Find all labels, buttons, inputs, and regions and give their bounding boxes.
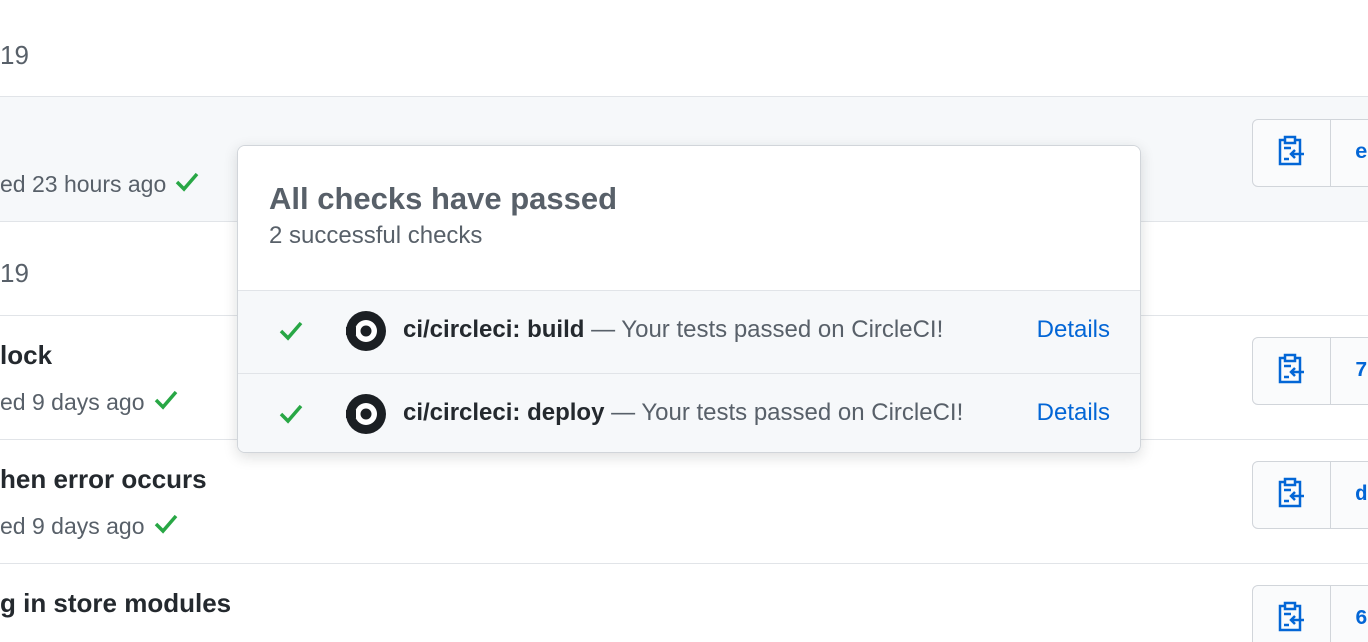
clippy-icon xyxy=(1277,477,1307,514)
commit-actions: 6 xyxy=(1252,585,1368,642)
commit-sha-link[interactable]: 6 xyxy=(1331,586,1368,642)
commit-row: g in store modules 6 xyxy=(0,563,1368,642)
details-link[interactable]: Details xyxy=(1037,316,1110,344)
commit-title[interactable]: lock xyxy=(0,340,52,371)
clippy-icon xyxy=(1277,135,1307,172)
check-description: — Your tests passed on CircleCI! xyxy=(584,316,944,343)
check-row-deploy: ci/circleci: deploy — Your tests passed … xyxy=(238,374,1140,452)
commit-sha-link[interactable]: 7 xyxy=(1331,338,1368,404)
commit-meta: ed 9 days ago xyxy=(0,512,179,540)
popover-subtitle: 2 successful checks xyxy=(269,222,483,249)
circleci-logo-icon xyxy=(346,394,386,439)
commit-meta: ed 9 days ago xyxy=(0,388,179,416)
commit-title[interactable]: hen error occurs xyxy=(0,464,207,495)
check-description: — Your tests passed on CircleCI! xyxy=(604,399,964,426)
copy-sha-button[interactable] xyxy=(1253,462,1331,528)
check-icon xyxy=(278,402,304,429)
commit-meta-text: ed 23 hours ago xyxy=(0,170,167,197)
check-name: ci/circleci: deploy xyxy=(403,399,605,426)
copy-sha-button[interactable] xyxy=(1253,586,1331,642)
clippy-icon xyxy=(1277,353,1307,390)
popover-header: All checks have passed 2 successful chec… xyxy=(238,146,1140,291)
circleci-logo-icon xyxy=(346,311,386,356)
check-text: ci/circleci: build — Your tests passed o… xyxy=(403,316,973,344)
commit-sha-link[interactable]: d xyxy=(1331,462,1368,528)
popover-title: All checks have passed xyxy=(269,181,618,216)
check-row-build: ci/circleci: build — Your tests passed o… xyxy=(238,291,1140,374)
commit-meta-text: ed 9 days ago xyxy=(0,388,145,415)
details-link[interactable]: Details xyxy=(1037,399,1110,427)
check-icon[interactable] xyxy=(153,388,179,416)
checks-popover: All checks have passed 2 successful chec… xyxy=(237,145,1141,453)
copy-sha-button[interactable] xyxy=(1253,120,1331,186)
commit-actions: d xyxy=(1252,461,1368,529)
check-icon xyxy=(278,319,304,346)
check-icon[interactable] xyxy=(153,512,179,540)
commit-row: hen error occurs ed 9 days ago d xyxy=(0,439,1368,563)
clippy-icon xyxy=(1277,601,1307,638)
copy-sha-button[interactable] xyxy=(1253,338,1331,404)
date-header: 19 xyxy=(0,40,29,70)
commit-actions: e xyxy=(1252,119,1368,187)
commit-meta-text: ed 9 days ago xyxy=(0,512,145,539)
check-icon[interactable] xyxy=(174,170,200,198)
check-text: ci/circleci: deploy — Your tests passed … xyxy=(403,399,973,427)
commit-sha-link[interactable]: e xyxy=(1331,120,1368,186)
check-name: ci/circleci: build xyxy=(403,316,585,343)
commit-meta: ed 23 hours ago xyxy=(0,170,200,198)
commit-actions: 7 xyxy=(1252,337,1368,405)
commit-title[interactable]: g in store modules xyxy=(0,588,231,619)
date-header: 19 xyxy=(0,258,29,288)
